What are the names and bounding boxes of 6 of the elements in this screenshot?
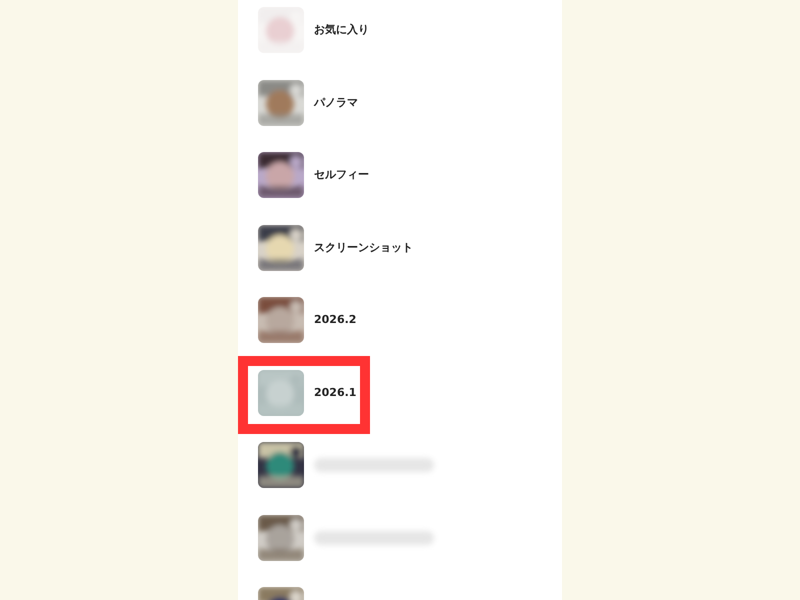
- album-title[interactable]: スクリーンショット: [314, 240, 413, 256]
- album-title[interactable]: 2026.1: [314, 384, 356, 401]
- album-title[interactable]: パノラマ: [314, 94, 358, 111]
- album-title[interactable]: 2026.2: [314, 312, 356, 328]
- album-title[interactable]: お気に入り: [314, 22, 369, 38]
- album-title[interactable]: セルフィー: [314, 167, 369, 184]
